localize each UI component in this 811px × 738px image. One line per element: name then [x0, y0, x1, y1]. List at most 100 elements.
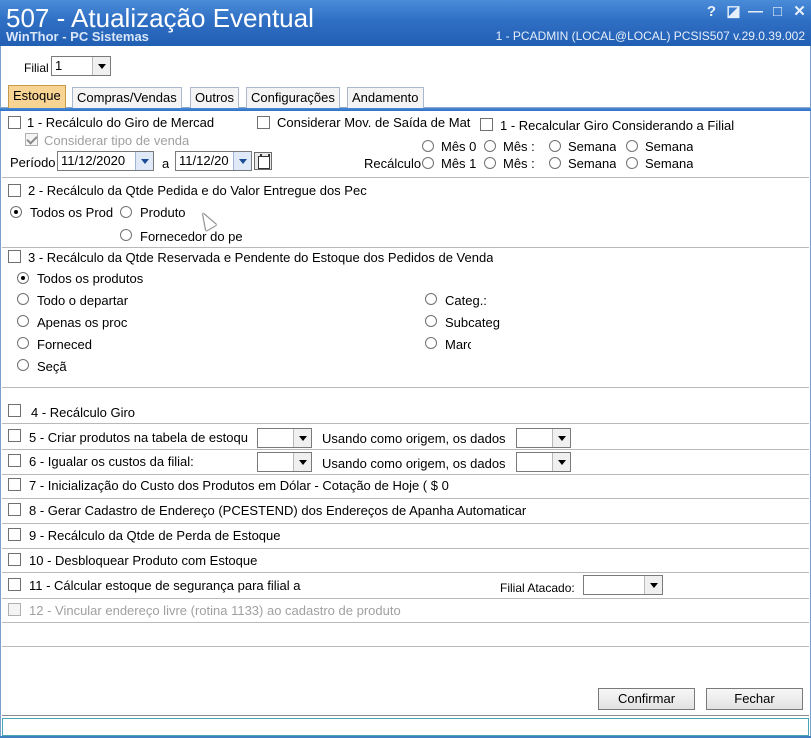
window-subtitle: WinThor - PC Sistemas — [6, 29, 149, 44]
date-from-field[interactable]: 11/12/2020 — [57, 151, 154, 171]
recalc-qtde-reservada-checkbox[interactable] — [8, 250, 21, 263]
criar-produtos-origem-select[interactable] — [516, 428, 571, 448]
secao-label: Seçã — [37, 359, 67, 374]
calendar-icon[interactable] — [254, 152, 272, 170]
recalc-giro-4-checkbox[interactable] — [8, 404, 21, 417]
fornecedor-pe-label: Fornecedor do pe — [140, 229, 243, 244]
tab-configuracoes[interactable]: Configurações — [246, 87, 340, 108]
chevron-down-icon[interactable] — [644, 576, 662, 594]
date-to-value: 11/12/20 — [179, 153, 229, 168]
chevron-down-icon[interactable] — [293, 453, 311, 471]
fornecedor-pe-radio[interactable] — [120, 229, 132, 241]
recalc-giro-filial-checkbox[interactable] — [480, 118, 493, 131]
estoque-seguranca-label: 11 - Cálcular estoque de segurança para … — [29, 578, 301, 593]
igualar-custos-origem-select[interactable] — [516, 452, 571, 472]
mes-a-radio[interactable] — [484, 140, 496, 152]
desbloquear-produto-checkbox[interactable] — [8, 553, 21, 566]
filial-label: Filial — [24, 61, 49, 75]
mes1-radio[interactable] — [422, 157, 434, 169]
mes-b-radio[interactable] — [484, 157, 496, 169]
produto-radio[interactable] — [120, 206, 132, 218]
subcateg-label: Subcateg — [445, 315, 500, 330]
todos-prod-radio[interactable] — [10, 206, 22, 218]
custo-dolar-label: 7 - Inicialização do Custo dos Produtos … — [29, 478, 449, 493]
chevron-down-icon[interactable] — [135, 152, 153, 170]
filial-atacado-select[interactable] — [583, 575, 663, 595]
igualar-custos-origem-label: Usando como origem, os dados — [322, 456, 506, 471]
maximize-icon[interactable]: □ — [770, 4, 785, 20]
close-icon[interactable]: ✕ — [792, 4, 807, 20]
criar-produtos-select[interactable] — [257, 428, 312, 448]
tab-andamento[interactable]: Andamento — [347, 87, 424, 108]
mes0-label: Mês 0 — [441, 139, 477, 154]
divider — [2, 177, 809, 178]
semana-b-radio[interactable] — [626, 140, 638, 152]
mes-b-label: Mês : — [503, 156, 535, 171]
recalc-perda-label: 9 - Recálculo da Qtde de Perda de Estoqu… — [29, 528, 281, 543]
igualar-custos-select[interactable] — [257, 452, 312, 472]
mes0-radio[interactable] — [422, 140, 434, 152]
recalc-qtde-reservada-label: 3 - Recálculo da Qtde Reservada e Penden… — [28, 250, 494, 265]
window-controls: ? ◪ — □ ✕ — [704, 4, 807, 20]
help-icon[interactable]: ? — [704, 4, 719, 20]
filial-value: 1 — [55, 58, 63, 73]
divider — [2, 423, 809, 424]
vincular-endereco-checkbox[interactable] — [8, 603, 21, 616]
categ-label: Categ.: — [445, 293, 487, 308]
divider — [2, 498, 809, 499]
marca-label: Marc — [445, 337, 471, 352]
divider — [2, 449, 809, 450]
divider — [2, 715, 809, 716]
considerar-tipo-checkbox[interactable] — [25, 133, 38, 146]
recalc-giro-filial-label: 1 - Recalcular Giro Considerando a Filia… — [500, 118, 735, 133]
fechar-button[interactable]: Fechar — [706, 688, 803, 710]
tab-outros[interactable]: Outros — [190, 87, 240, 108]
semana-b-label: Semana — [645, 139, 694, 154]
mes-a-label: Mês : — [503, 139, 535, 154]
todo-departamento-radio[interactable] — [17, 293, 29, 305]
restore-icon[interactable]: ◪ — [726, 4, 741, 20]
fornecedor-radio[interactable] — [17, 337, 29, 349]
filial-atacado-label: Filial Atacado: — [500, 581, 575, 595]
chevron-down-icon[interactable] — [552, 453, 570, 471]
date-to-field[interactable]: 11/12/20 — [175, 151, 252, 171]
semana-a-label: Semana — [568, 139, 617, 154]
date-from-value: 11/12/2020 — [61, 153, 126, 168]
considerar-mov-label: Considerar Mov. de Saída de Mat — [277, 115, 471, 130]
cadastro-endereco-checkbox[interactable] — [8, 503, 21, 516]
recalc-qtde-pedida-checkbox[interactable] — [8, 184, 21, 197]
minimize-icon[interactable]: — — [748, 4, 763, 20]
marca-radio[interactable] — [425, 337, 437, 349]
custo-dolar-checkbox[interactable] — [8, 478, 21, 491]
title-bar: 507 - Atualização Eventual WinThor - PC … — [0, 0, 811, 46]
chevron-down-icon[interactable] — [92, 57, 110, 75]
produto-label: Produto — [140, 205, 186, 220]
semana-d-radio[interactable] — [626, 157, 638, 169]
estoque-seguranca-checkbox[interactable] — [8, 578, 21, 591]
chevron-down-icon[interactable] — [552, 429, 570, 447]
semana-d-label: Semana — [645, 156, 694, 171]
recalc-giro-checkbox[interactable] — [8, 116, 21, 129]
considerar-mov-checkbox[interactable] — [257, 116, 270, 129]
criar-produtos-checkbox[interactable] — [8, 429, 21, 442]
igualar-custos-checkbox[interactable] — [8, 454, 21, 467]
subcateg-radio[interactable] — [425, 315, 437, 327]
secao-radio[interactable] — [17, 359, 29, 371]
categ-radio[interactable] — [425, 293, 437, 305]
tab-compras-vendas[interactable]: Compras/Vendas — [72, 87, 182, 108]
tab-estoque[interactable]: Estoque — [8, 85, 66, 108]
apenas-produtos-radio[interactable] — [17, 315, 29, 327]
semana-c-radio[interactable] — [549, 157, 561, 169]
periodo-label: Período — [10, 155, 56, 170]
divider — [2, 622, 809, 623]
chevron-down-icon[interactable] — [293, 429, 311, 447]
recalc-qtde-pedida-label: 2 - Recálculo da Qtde Pedida e do Valor … — [28, 183, 367, 198]
recalc-perda-checkbox[interactable] — [8, 528, 21, 541]
filial-select[interactable]: 1 — [51, 56, 111, 76]
todos-produtos-radio[interactable] — [17, 272, 29, 284]
semana-a-radio[interactable] — [549, 140, 561, 152]
mes1-label: Mês 1 — [441, 156, 477, 171]
chevron-down-icon[interactable] — [233, 152, 251, 170]
confirmar-button[interactable]: Confirmar — [598, 688, 695, 710]
todo-departamento-label: Todo o departar — [37, 293, 129, 308]
